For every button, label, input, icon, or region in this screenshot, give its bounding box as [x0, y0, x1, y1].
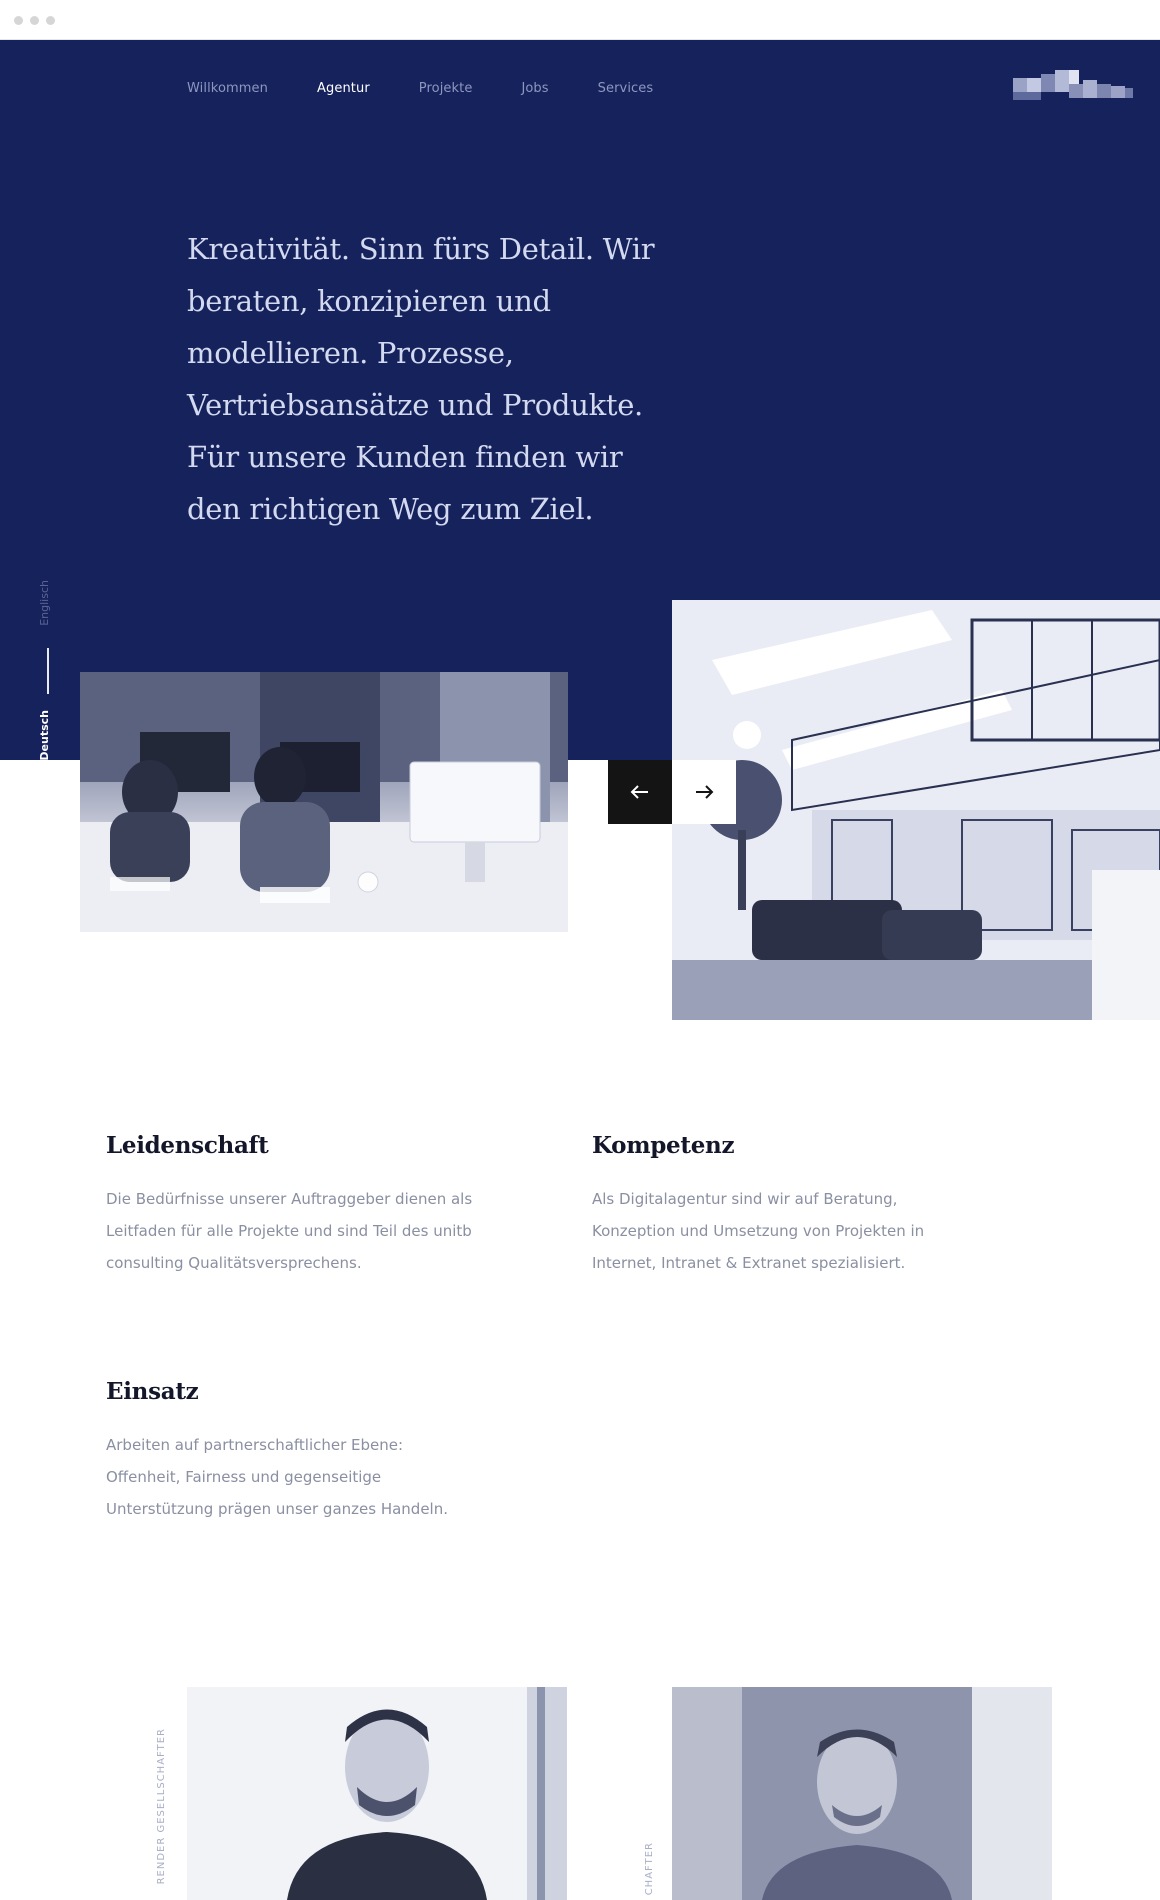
nav-item-services[interactable]: Services — [598, 81, 654, 96]
team-at-work-image — [80, 672, 568, 932]
language-option-deutsch[interactable]: Deutsch — [38, 710, 51, 761]
main-nav: Willkommen Agentur Projekte Jobs Service… — [187, 81, 702, 96]
arrow-left-icon — [630, 785, 648, 799]
slider-next-button[interactable] — [672, 760, 736, 824]
language-divider — [47, 648, 49, 694]
feature-kompetenz: Kompetenz Als Digitalagentur sind wir au… — [592, 1132, 952, 1279]
window-maximize-dot[interactable] — [46, 16, 55, 25]
feature-title: Leidenschaft — [106, 1132, 269, 1159]
team-member-role: RENDER GESELLSCHAFTER — [156, 1728, 167, 1885]
hero-headline: Kreativität. Sinn fürs Detail. Wir berat… — [187, 232, 655, 526]
window-minimize-dot[interactable] — [30, 16, 39, 25]
brand-logo-pixelated[interactable] — [1013, 70, 1133, 104]
arrow-right-icon — [696, 785, 714, 799]
nav-item-jobs[interactable]: Jobs — [521, 81, 548, 96]
nav-item-willkommen[interactable]: Willkommen — [187, 81, 268, 96]
feature-title: Kompetenz — [592, 1132, 735, 1159]
window-close-dot[interactable] — [14, 16, 23, 25]
feature-text: Die Bedürfnisse unserer Auftraggeber die… — [106, 1190, 473, 1272]
team-member-photo — [187, 1687, 567, 1900]
nav-item-agentur[interactable]: Agentur — [317, 81, 370, 96]
office-interior-image — [672, 600, 1160, 1020]
feature-title: Einsatz — [106, 1378, 199, 1405]
slider-prev-button[interactable] — [608, 760, 672, 824]
feature-text: Als Digitalagentur sind wir auf Beratung… — [592, 1190, 925, 1272]
language-switch: Englisch Deutsch — [36, 580, 60, 761]
feature-text: Arbeiten auf partnerschaftlicher Ebene: … — [106, 1436, 448, 1518]
nav-item-projekte[interactable]: Projekte — [419, 81, 473, 96]
team-member-role: CHAFTER — [644, 1842, 655, 1896]
browser-chrome — [0, 0, 1160, 40]
language-option-englisch[interactable]: Englisch — [38, 580, 51, 626]
feature-einsatz: Einsatz Arbeiten auf partnerschaftlicher… — [106, 1378, 466, 1525]
feature-leidenschaft: Leidenschaft Die Bedürfnisse unserer Auf… — [106, 1132, 506, 1279]
team-member-photo — [672, 1687, 1052, 1900]
